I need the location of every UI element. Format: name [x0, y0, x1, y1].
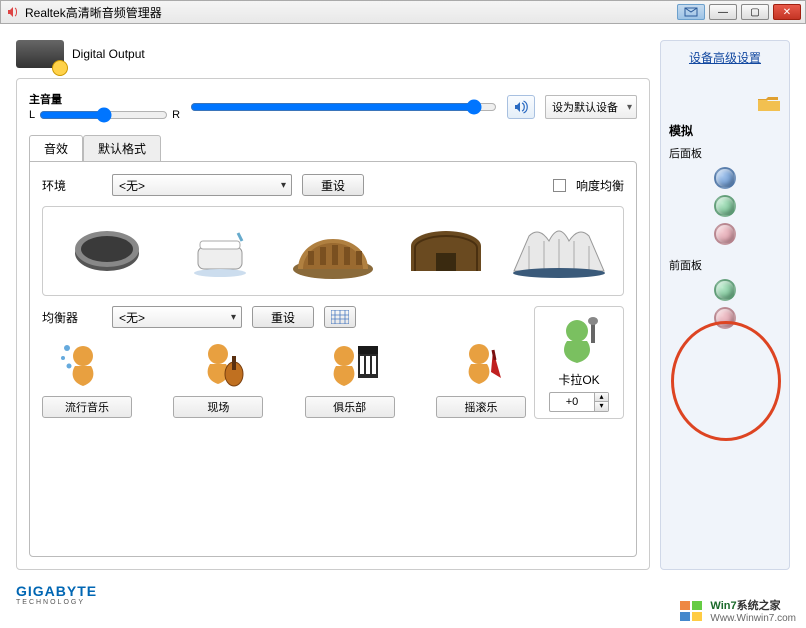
main-volume-slider[interactable] [190, 99, 497, 115]
minimize-button[interactable]: — [709, 4, 737, 20]
balance-slider[interactable] [39, 107, 168, 123]
folder-icon[interactable] [757, 95, 781, 113]
window-title: Realtek高清晰音频管理器 [25, 4, 677, 21]
equalizer-combo[interactable]: <无> [112, 306, 242, 328]
brand-logo: GIGABYTE TECHNOLOGY [16, 583, 97, 606]
equalizer-label: 均衡器 [42, 309, 102, 326]
balance-left-label: L [29, 109, 35, 121]
device-icon[interactable] [16, 40, 64, 68]
jack-front-pink[interactable] [714, 307, 736, 329]
eq-preset-live-button[interactable]: 现场 [173, 396, 263, 418]
title-icon [5, 4, 21, 20]
help-button[interactable] [677, 4, 705, 20]
tab-sound-effect[interactable]: 音效 [29, 135, 83, 162]
environment-reset-button[interactable]: 重设 [302, 174, 364, 196]
eq-preset-rock-icon[interactable] [449, 336, 513, 392]
back-panel-label: 后面板 [669, 145, 781, 161]
karaoke-value: +0 [550, 396, 594, 408]
tab-default-format[interactable]: 默认格式 [83, 135, 161, 162]
default-device-dropdown[interactable]: 设为默认设备 [545, 95, 637, 119]
equalizer-reset-button[interactable]: 重设 [252, 306, 314, 328]
karaoke-down[interactable]: ▾ [595, 402, 608, 411]
eq-preset-club-button[interactable]: 俱乐部 [305, 396, 395, 418]
equalizer-grid-button[interactable] [324, 306, 356, 328]
jack-back-blue[interactable] [714, 167, 736, 189]
close-button[interactable]: ✕ [773, 4, 801, 20]
mute-button[interactable] [507, 95, 535, 119]
balance-right-label: R [172, 109, 180, 121]
env-stone-room[interactable] [51, 215, 163, 287]
env-concert-hall[interactable] [503, 215, 615, 287]
eq-preset-club-icon[interactable] [318, 336, 382, 392]
advanced-settings-link[interactable]: 设备高级设置 [669, 49, 781, 66]
analog-section-label: 模拟 [669, 122, 781, 139]
highlight-circle [671, 321, 781, 441]
watermark: Win7系统之家 Www.Winwin7.com [678, 597, 796, 624]
eq-preset-live-icon[interactable] [186, 336, 250, 392]
environment-combo[interactable]: <无> [112, 174, 292, 196]
karaoke-label: 卡拉OK [558, 371, 599, 388]
main-volume-label: 主音量 [29, 91, 180, 107]
env-bathroom[interactable] [164, 215, 276, 287]
jack-back-green[interactable] [714, 195, 736, 217]
jack-front-green[interactable] [714, 279, 736, 301]
environment-label: 环境 [42, 177, 102, 194]
jack-back-pink[interactable] [714, 223, 736, 245]
env-hangar[interactable] [390, 215, 502, 287]
loudness-checkbox[interactable] [553, 179, 566, 192]
loudness-label: 响度均衡 [576, 177, 624, 194]
maximize-button[interactable]: ▢ [741, 4, 769, 20]
eq-preset-pop-button[interactable]: 流行音乐 [42, 396, 132, 418]
karaoke-icon[interactable] [549, 313, 609, 367]
front-panel-label: 前面板 [669, 257, 781, 273]
karaoke-spinner[interactable]: +0 ▴ ▾ [549, 392, 609, 412]
device-label: Digital Output [72, 47, 145, 61]
eq-preset-rock-button[interactable]: 摇滚乐 [436, 396, 526, 418]
eq-preset-pop-icon[interactable] [55, 336, 119, 392]
env-arena[interactable] [277, 215, 389, 287]
